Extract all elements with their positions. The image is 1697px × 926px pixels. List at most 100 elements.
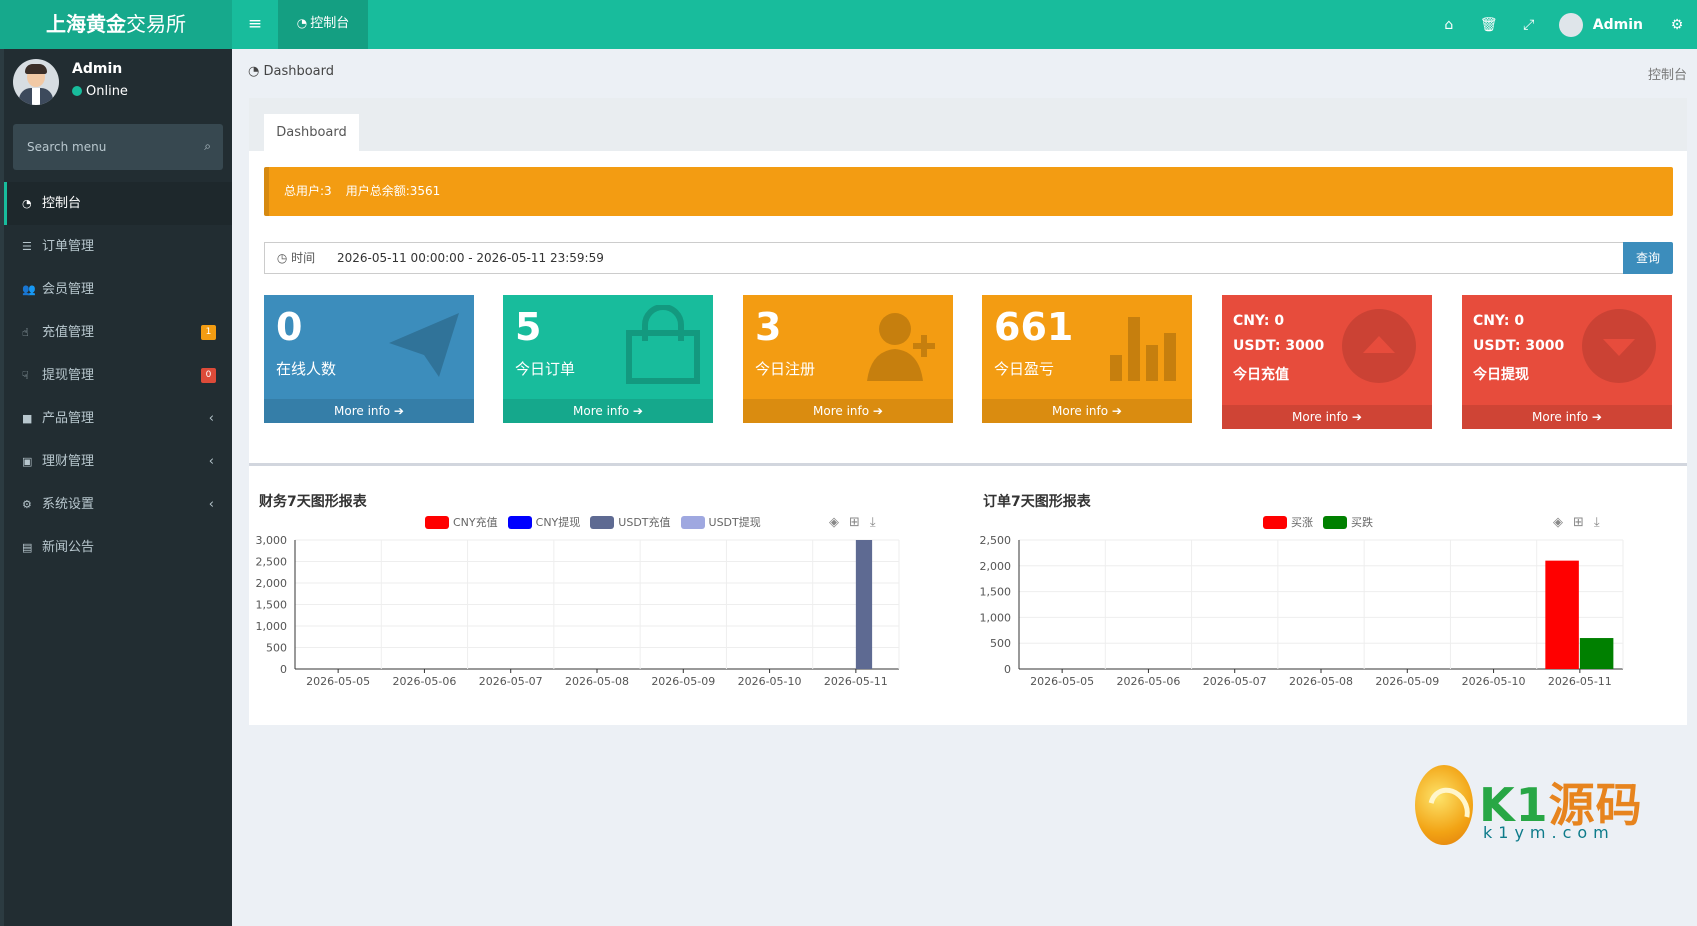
avatar	[1558, 12, 1583, 37]
card-label: 在线人数	[276, 360, 337, 378]
y-tick-label: 1,000	[256, 620, 288, 633]
summary-alert: 总用户:3 用户总余额:3561	[264, 167, 1673, 216]
avatar	[13, 59, 59, 105]
money-icon: ▣	[22, 455, 33, 468]
watermark-logo: K1源码 k1ym.com	[1415, 765, 1645, 845]
usdt-value: USDT: 3000	[1473, 338, 1565, 354]
cogs-icon: ⚙	[22, 498, 32, 511]
y-tick-label: 500	[266, 642, 287, 655]
card-value: 3	[755, 305, 782, 349]
more-info-link[interactable]: More info ➔	[982, 399, 1192, 423]
query-button[interactable]: 查询	[1623, 242, 1673, 274]
more-info-link[interactable]: More info ➔	[264, 399, 474, 423]
y-tick-label: 0	[1004, 663, 1011, 676]
x-tick-label: 2026-05-06	[1116, 675, 1180, 688]
search-icon[interactable]: ⌕	[204, 139, 211, 154]
chevron-left-icon: ‹	[208, 411, 214, 426]
more-info-link[interactable]: More info ➔	[1462, 405, 1672, 429]
chevron-left-icon: ‹	[208, 454, 214, 469]
dashboard-icon: ◔	[22, 197, 32, 210]
more-info-link[interactable]: More info ➔	[743, 399, 953, 423]
user-name: Admin	[72, 61, 123, 77]
sidebar-item-members[interactable]: 👥 会员管理	[4, 268, 232, 311]
top-navbar: 上海黄金交易所 ≡ ◔ 控制台 ⌂ 🗑 ⤢ Admin ⚙	[0, 0, 1697, 49]
user-status: Online	[72, 84, 128, 99]
menu-toggle-icon[interactable]: ≡	[232, 0, 278, 49]
recharge-icon: ☝	[22, 326, 29, 339]
arrow-down-icon	[1582, 309, 1656, 383]
card-label: 今日订单	[515, 360, 576, 378]
bar	[1545, 560, 1579, 669]
x-tick-label: 2026-05-10	[738, 675, 802, 688]
y-tick-label: 2,000	[256, 577, 288, 590]
card-label: 今日充值	[1233, 367, 1289, 383]
x-tick-label: 2026-05-07	[1203, 675, 1267, 688]
y-tick-label: 1,500	[256, 599, 288, 612]
y-tick-label: 2,000	[980, 560, 1012, 573]
sidebar: Admin Online ⌕ ◔控制台 ☰订单管理 👥会员管理 ☝充值管理1 ☟…	[0, 49, 232, 926]
coin-logo-icon	[1415, 765, 1473, 845]
x-tick-label: 2026-05-10	[1462, 675, 1526, 688]
orders-chart-plot: 0 500 1,000 1,500 2,000 2,500 2026-05-05 2026-0…	[980, 534, 1624, 688]
cny-value: CNY: 0	[1473, 313, 1525, 329]
sidebar-item-finance[interactable]: ▣ 理财管理 ‹	[4, 440, 232, 483]
more-info-link[interactable]: More info ➔	[1222, 405, 1432, 429]
sidebar-item-dashboard[interactable]: ◔ 控制台	[4, 182, 232, 225]
breadcrumb: ◔ Dashboard	[248, 64, 335, 79]
card-label: 今日提现	[1473, 367, 1529, 383]
tab-dashboard-panel[interactable]: Dashboard	[264, 114, 359, 151]
x-tick-label: 2026-05-09	[1375, 675, 1439, 688]
more-info-link[interactable]: More info ➔	[503, 399, 713, 423]
y-tick-label: 0	[280, 663, 287, 676]
shopping-bag-icon	[626, 305, 700, 384]
divider	[249, 463, 1687, 466]
withdraw-count-badge: 0	[201, 368, 216, 383]
arrow-up-icon	[1342, 309, 1416, 383]
finance-chart-plot: 0 500 1,000 1,500 2,000 2,500 3,000 2026-05-05 2…	[256, 534, 900, 688]
x-tick-label: 2026-05-11	[1548, 675, 1612, 688]
breadcrumb-current: 控制台	[1647, 68, 1687, 83]
app-logo[interactable]: 上海黄金交易所	[0, 0, 232, 49]
fullscreen-icon[interactable]: ⤢	[1509, 17, 1549, 33]
chevron-left-icon: ‹	[208, 497, 214, 512]
user-panel: Admin Online	[4, 49, 232, 115]
sidebar-menu: ◔ 控制台 ☰ 订单管理 👥 会员管理 ☝ 充值管理 1 ☟ 提现管理 0 ■ 产品管理 ‹ ▣ 理…	[4, 182, 232, 569]
y-tick-label: 3,000	[256, 534, 288, 547]
x-tick-label: 2026-05-08	[1289, 675, 1353, 688]
y-tick-label: 2,500	[256, 556, 288, 569]
date-range-input[interactable]: 2026-05-11 00:00:00 - 2026-05-11 23:59:5…	[327, 242, 1624, 274]
sidebar-item-products[interactable]: ■ 产品管理 ‹	[4, 397, 232, 440]
card-today-orders: 5 今日订单 More info ➔	[503, 295, 713, 423]
y-tick-label: 1,500	[980, 586, 1012, 599]
sidebar-item-withdraw[interactable]: ☟ 提现管理 0	[4, 354, 232, 397]
sidebar-search: ⌕	[13, 124, 223, 170]
sidebar-item-recharge[interactable]: ☝ 充值管理 1	[4, 311, 232, 354]
home-icon[interactable]: ⌂	[1429, 17, 1469, 33]
tab-dashboard[interactable]: ◔ 控制台	[278, 0, 368, 49]
user-menu[interactable]: Admin	[1558, 12, 1643, 37]
total-balance-text: 用户总余额:3561	[345, 184, 441, 198]
sidebar-item-settings[interactable]: ⚙ 系统设置 ‹	[4, 483, 232, 526]
trash-icon[interactable]: 🗑	[1469, 17, 1509, 33]
bar	[1579, 638, 1614, 669]
sidebar-item-news[interactable]: ▤ 新闻公告	[4, 526, 232, 569]
dashboard-icon: ◔	[296, 16, 308, 30]
card-value: 5	[515, 305, 542, 349]
card-value: 0	[276, 305, 303, 349]
card-value: 661	[994, 305, 1074, 349]
search-input[interactable]	[13, 124, 193, 170]
x-tick-label: 2026-05-06	[392, 675, 456, 688]
y-tick-label: 2,500	[980, 534, 1012, 547]
cny-value: CNY: 0	[1233, 313, 1285, 329]
user-plus-icon	[867, 313, 935, 381]
recharge-count-badge: 1	[201, 325, 216, 340]
sidebar-item-orders[interactable]: ☰ 订单管理	[4, 225, 232, 268]
x-tick-label: 2026-05-08	[565, 675, 629, 688]
x-tick-label: 2026-05-05	[1030, 675, 1094, 688]
dashboard-panel: Dashboard 总用户:3 用户总余额:3561 ◷ 时间 2026-05-1…	[249, 98, 1687, 516]
card-today-withdraw: CNY: 0 USDT: 3000 今日提现 More info ➔	[1462, 295, 1672, 429]
total-users-text: 总用户:3	[284, 184, 332, 198]
date-filter: ◷ 时间 2026-05-11 00:00:00 - 2026-05-11 23…	[264, 242, 1673, 274]
x-tick-label: 2026-05-09	[651, 675, 715, 688]
settings-icon[interactable]: ⚙	[1657, 17, 1697, 33]
